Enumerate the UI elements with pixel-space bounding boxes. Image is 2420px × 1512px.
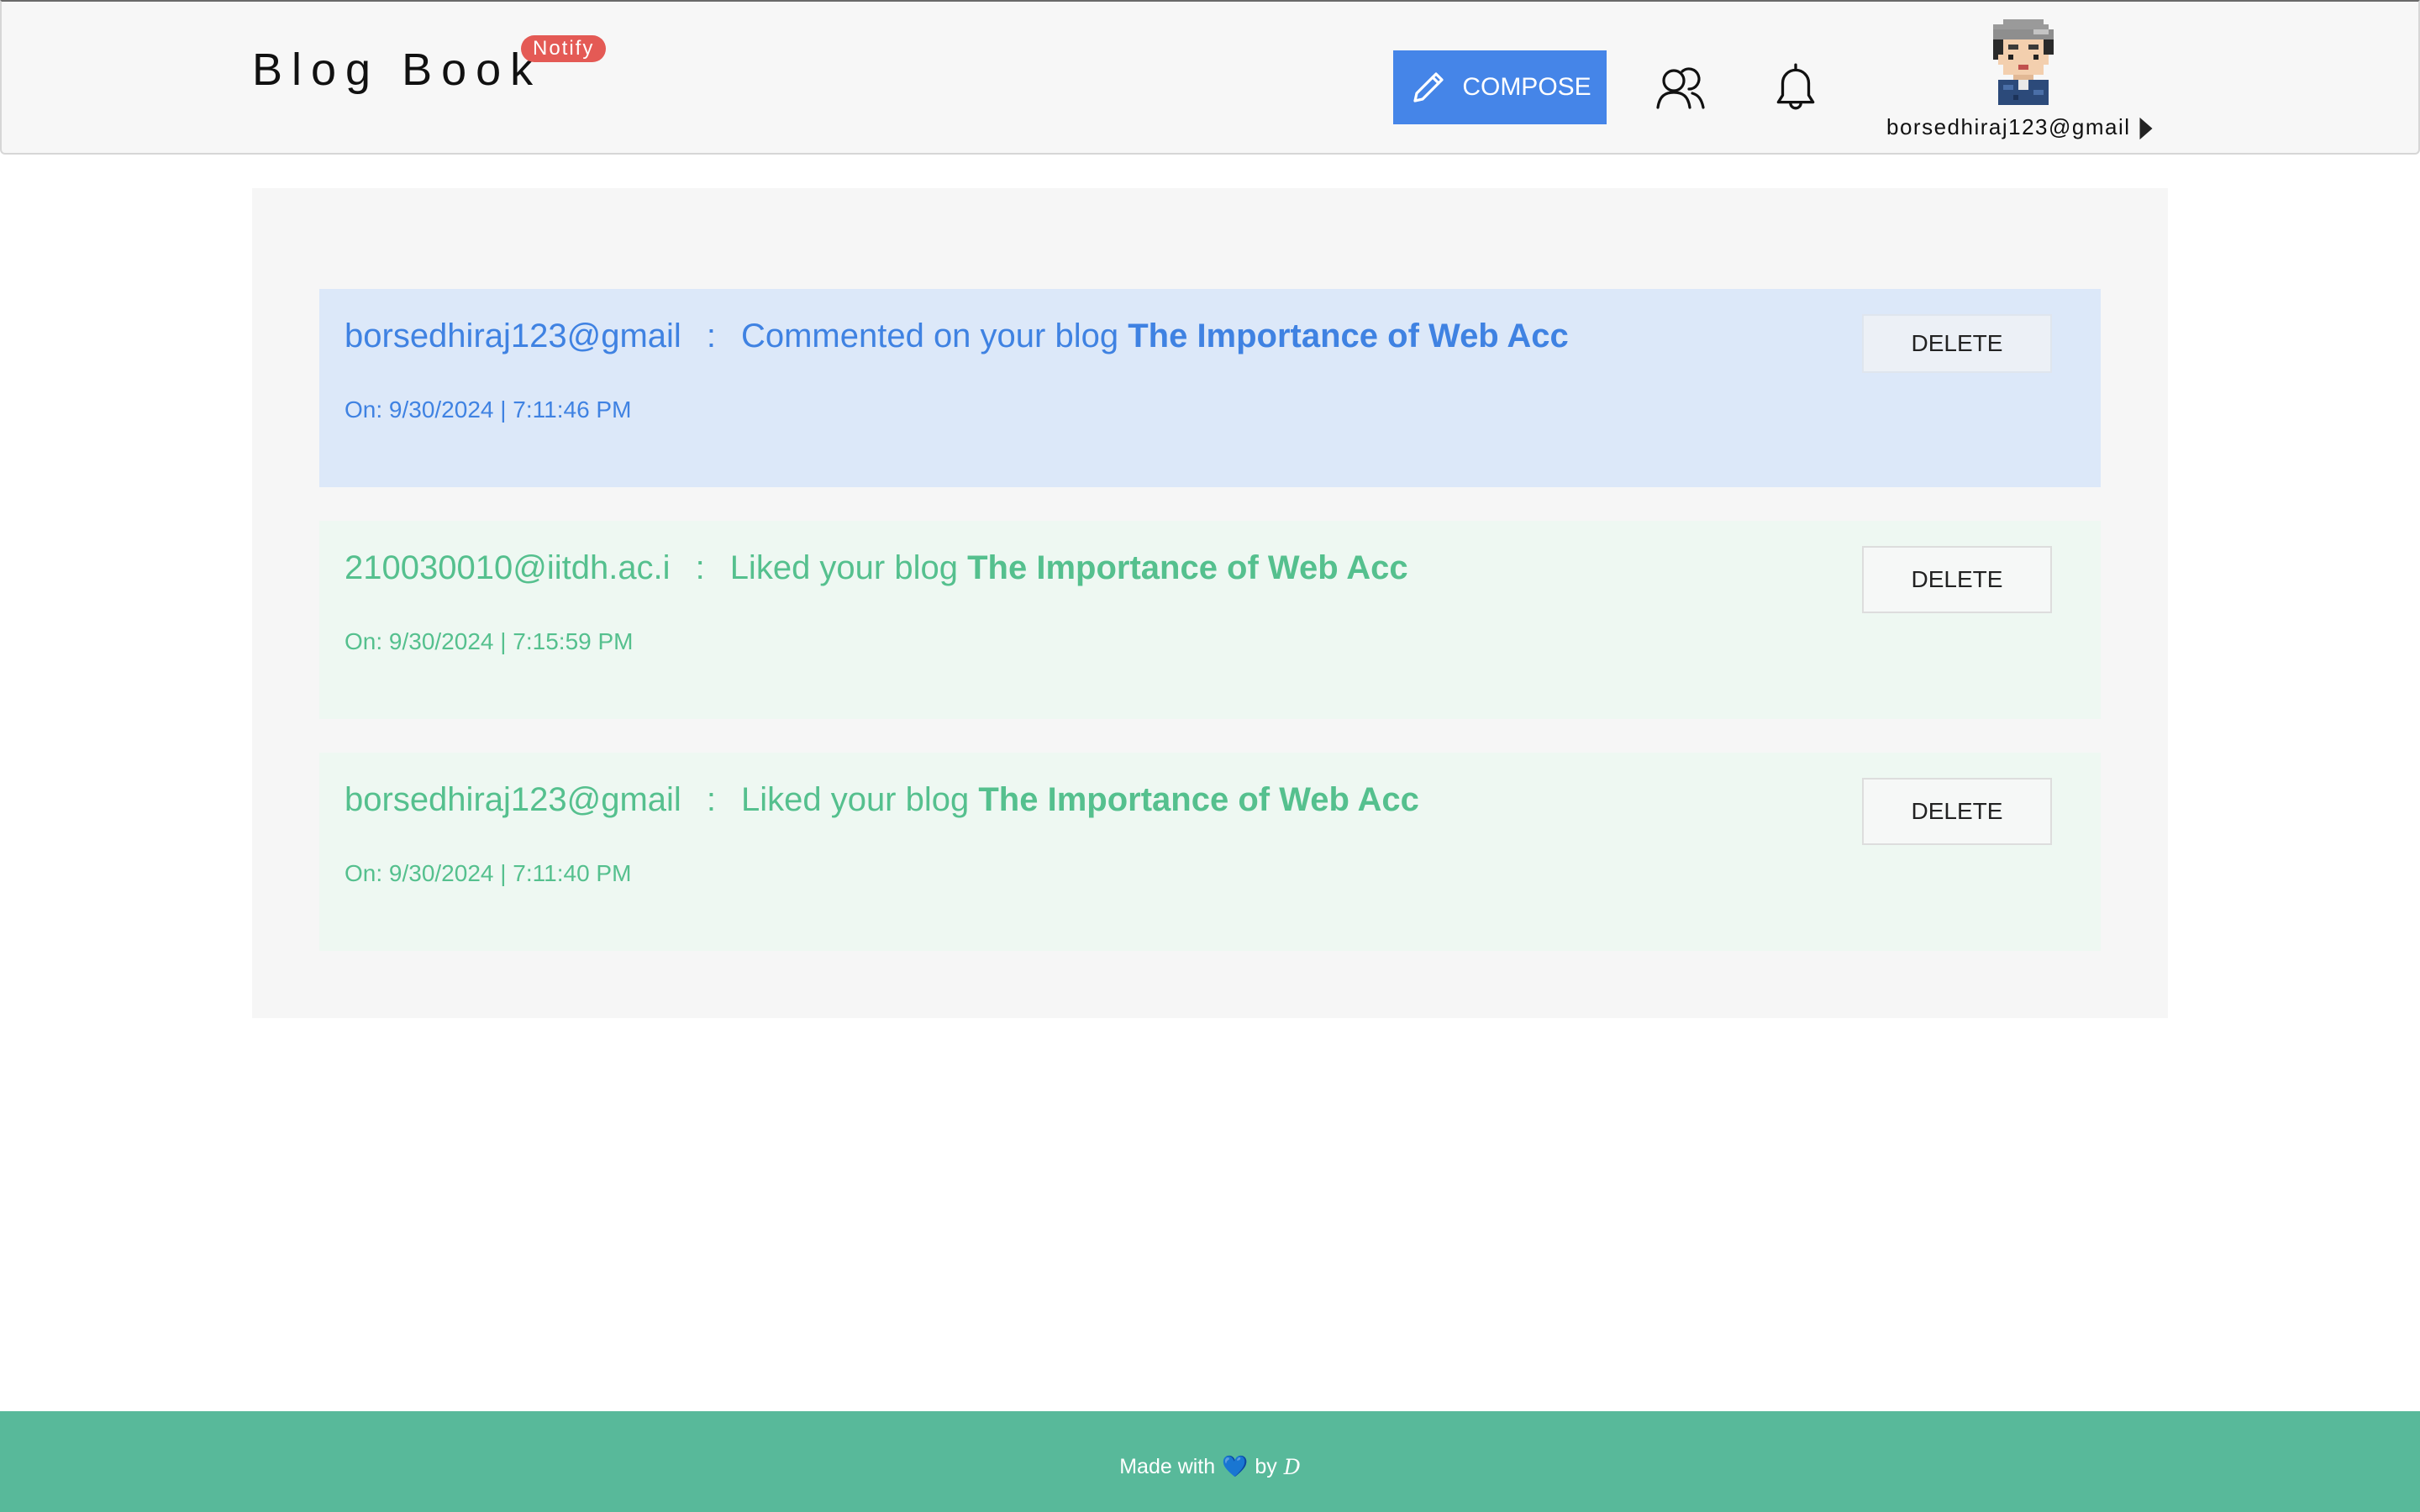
footer-made-with: Made with [1119, 1454, 1216, 1478]
notification-timestamp: On: 9/30/2024 | 7:15:59 PM [345, 628, 634, 654]
notification-user[interactable]: 210030010@iitdh.ac.i [345, 549, 671, 586]
notification-text: 210030010@iitdh.ac.i: Liked your blog The… [345, 549, 1408, 587]
avatar[interactable] [1988, 18, 2059, 106]
bell-icon[interactable] [1773, 60, 1818, 113]
notification-separator: : [695, 549, 705, 586]
notification-action: Commented on your blog [740, 318, 1119, 354]
users-icon[interactable] [1655, 64, 1706, 111]
notifications-panel: borsedhiraj123@gmail: Commented on your b… [252, 188, 2168, 1018]
user-email[interactable]: borsedhiraj123@gmail [1886, 114, 2131, 140]
delete-button[interactable]: DELETE [1862, 778, 2052, 845]
notification-item: borsedhiraj123@gmail: Commented on your b… [319, 289, 2101, 487]
notification-item: 210030010@iitdh.ac.i: Liked your blog The… [319, 521, 2101, 719]
notification-text: borsedhiraj123@gmail: Liked your blog The… [345, 781, 1419, 819]
notification-separator: : [706, 318, 716, 354]
brand-badge: Notify [521, 35, 607, 62]
notification-action: Liked your blog [740, 781, 970, 818]
footer-signature: D [1283, 1454, 1301, 1479]
top-navbar: Blog Book Notify COMPOSE borsedhiraj123@… [0, 0, 2420, 155]
delete-button[interactable]: DELETE [1862, 314, 2052, 373]
notification-text: borsedhiraj123@gmail: Commented on your b… [345, 318, 1569, 355]
caret-right-icon[interactable] [2138, 116, 2154, 141]
notification-blog-title[interactable]: The Importance of Web Acc [1128, 318, 1569, 354]
brand-title[interactable]: Blog Book [252, 44, 542, 96]
notification-item: borsedhiraj123@gmail: Liked your blog The… [319, 753, 2101, 951]
delete-button[interactable]: DELETE [1862, 546, 2052, 613]
notification-blog-title[interactable]: The Importance of Web Acc [978, 781, 1419, 818]
compose-label: COMPOSE [1462, 73, 1591, 101]
notification-action: Liked your blog [729, 549, 958, 586]
footer-by: by [1255, 1454, 1277, 1478]
notification-user[interactable]: borsedhiraj123@gmail [345, 318, 681, 354]
footer: Made with 💙 by D [0, 1411, 2420, 1512]
notification-blog-title[interactable]: The Importance of Web Acc [967, 549, 1408, 586]
heart-icon: 💙 [1222, 1454, 1249, 1478]
notification-user[interactable]: borsedhiraj123@gmail [345, 781, 681, 818]
pencil-icon [1413, 72, 1444, 102]
notification-timestamp: On: 9/30/2024 | 7:11:40 PM [345, 860, 632, 886]
notification-separator: : [706, 781, 716, 818]
notification-timestamp: On: 9/30/2024 | 7:11:46 PM [345, 396, 632, 423]
compose-button[interactable]: COMPOSE [1393, 50, 1607, 124]
